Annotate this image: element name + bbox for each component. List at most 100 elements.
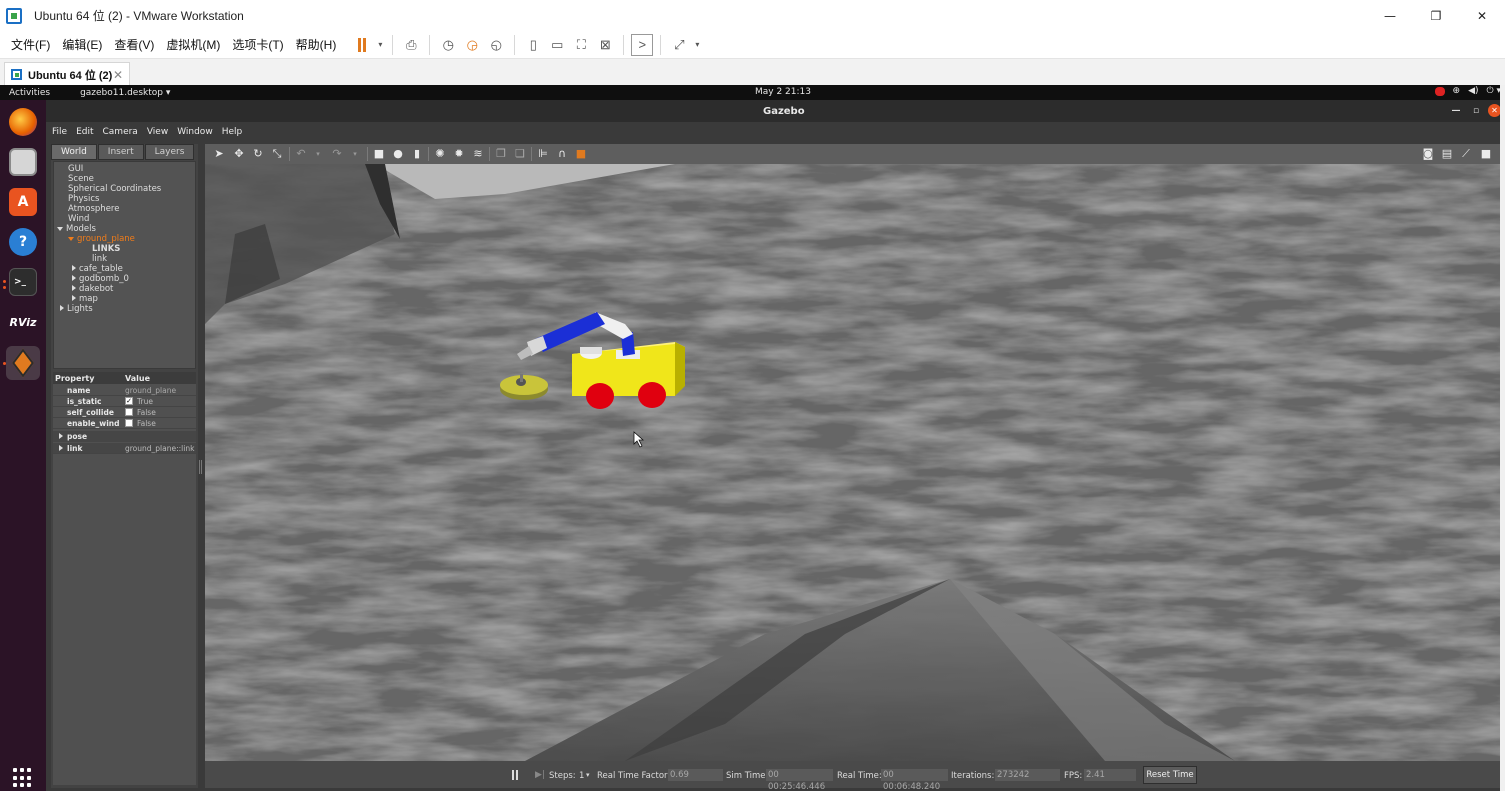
stretch-view-icon[interactable]: ⤢ [668, 34, 690, 56]
stretch-dropdown-icon[interactable]: ▾ [692, 34, 702, 56]
tree-item-godbomb[interactable]: godbomb_0 [72, 274, 129, 284]
menu-help[interactable]: 帮助(H) [290, 36, 343, 53]
gz-menu-help[interactable]: Help [222, 127, 243, 137]
rotate-mode-icon[interactable]: ↻ [251, 147, 265, 161]
video-record-icon[interactable]: ■ [1479, 147, 1493, 161]
unity-icon[interactable]: ⊠ [594, 34, 616, 56]
expand-icon[interactable] [72, 275, 76, 281]
files-icon[interactable] [9, 148, 37, 176]
menu-tabs[interactable]: 选项卡(T) [226, 36, 289, 53]
revert-snapshot-icon[interactable]: ◶ [461, 34, 483, 56]
redo-icon[interactable]: ↷ [330, 147, 344, 161]
tree-item-ground-plane[interactable]: ground_plane [68, 234, 135, 244]
show-apps-icon[interactable] [13, 768, 33, 788]
snap-icon[interactable]: ∩ [555, 147, 569, 161]
gz-menu-edit[interactable]: Edit [76, 127, 93, 137]
library-view-icon[interactable]: ▯ [522, 34, 544, 56]
close-button[interactable]: ✕ [1459, 0, 1505, 31]
menu-edit[interactable]: 编辑(E) [56, 36, 108, 53]
paste-icon[interactable]: ❏ [513, 147, 527, 161]
tab-insert[interactable]: Insert [97, 144, 144, 160]
gazebo-minimize-icon[interactable]: — [1446, 100, 1466, 122]
expand-icon[interactable] [60, 305, 64, 311]
app-menu[interactable]: gazebo11.desktop ▾ [80, 88, 170, 98]
expand-icon[interactable] [72, 295, 76, 301]
snapshot-icon[interactable]: ◷ [437, 34, 459, 56]
prop-row-pose[interactable]: pose [53, 431, 196, 442]
cylinder-shape-icon[interactable]: ▮ [410, 147, 424, 161]
menu-vm[interactable]: 虚拟机(M) [160, 36, 226, 53]
power-icon[interactable]: ⏻ ▾ [1487, 86, 1502, 96]
undo-dropdown-icon[interactable]: ▾ [311, 147, 325, 161]
gazebo-maximize-icon[interactable]: ▫ [1466, 100, 1486, 122]
screenshot-icon[interactable]: ◙ [1421, 147, 1435, 161]
tree-item-scene[interactable]: Scene [68, 174, 94, 184]
tab-world[interactable]: World [51, 144, 97, 160]
network-icon[interactable]: ⊕ [1453, 86, 1461, 96]
reset-time-button[interactable]: Reset Time [1143, 766, 1197, 784]
expand-ground-plane-icon[interactable] [68, 237, 74, 241]
firefox-icon[interactable] [9, 108, 37, 136]
self-collide-checkbox[interactable] [125, 408, 133, 416]
pause-dropdown-icon[interactable]: ▾ [375, 34, 385, 56]
redo-dropdown-icon[interactable]: ▾ [348, 147, 362, 161]
prop-row-self-collide[interactable]: self_collide False [53, 407, 196, 418]
gz-menu-camera[interactable]: Camera [103, 127, 138, 137]
vm-tab[interactable]: Ubuntu 64 位 (2) ✕ [4, 62, 130, 86]
log-icon[interactable]: ▤ [1440, 147, 1454, 161]
tree-item-lights[interactable]: Lights [60, 304, 93, 314]
help-icon[interactable]: ? [9, 228, 37, 256]
tree-item-wind[interactable]: Wind [68, 214, 89, 224]
expand-models-icon[interactable] [57, 227, 63, 231]
tree-item-cafe-table[interactable]: cafe_table [72, 264, 123, 274]
spot-light-icon[interactable]: ✹ [452, 147, 466, 161]
gz-menu-window[interactable]: Window [177, 127, 213, 137]
3d-viewport[interactable] [205, 164, 1500, 761]
play-pause-button[interactable] [512, 770, 520, 783]
tree-item-spherical[interactable]: Spherical Coordinates [68, 184, 161, 194]
tree-item-physics[interactable]: Physics [68, 194, 99, 204]
select-mode-icon[interactable]: ➤ [212, 147, 226, 161]
is-static-checkbox[interactable]: ✓ [125, 397, 133, 405]
gazebo-icon[interactable] [6, 346, 40, 380]
undo-icon[interactable]: ↶ [294, 147, 308, 161]
tree-item-dakebot[interactable]: dakebot [72, 284, 113, 294]
tree-item-atmosphere[interactable]: Atmosphere [68, 204, 119, 214]
prop-row-name[interactable]: name ground_plane [53, 385, 196, 396]
tree-item-map[interactable]: map [72, 294, 98, 304]
translate-mode-icon[interactable]: ✥ [232, 147, 246, 161]
steps-value[interactable]: 1 [579, 771, 584, 781]
align-icon[interactable]: ⊫ [536, 147, 550, 161]
step-button[interactable]: ▶| [535, 770, 545, 780]
send-keys-icon[interactable]: ⎙ [400, 34, 422, 56]
steps-spin-icon[interactable]: ▾ [586, 771, 590, 779]
box-shape-icon[interactable]: ■ [372, 147, 386, 161]
restore-button[interactable]: ❐ [1413, 0, 1459, 31]
console-view-icon[interactable]: > [631, 33, 654, 56]
scale-mode-icon[interactable]: ⤡ [270, 147, 284, 161]
godbomb-model[interactable] [500, 374, 548, 400]
plot-icon[interactable]: ⟋ [1459, 147, 1473, 161]
volume-icon[interactable]: ◀) [1468, 86, 1478, 96]
sphere-shape-icon[interactable]: ● [391, 147, 405, 161]
point-light-icon[interactable]: ✺ [433, 147, 447, 161]
tree-item-link[interactable]: link [92, 254, 107, 264]
activities-button[interactable]: Activities [9, 88, 50, 98]
thumbnail-view-icon[interactable]: ▭ [546, 34, 568, 56]
menu-file[interactable]: 文件(F) [5, 36, 56, 53]
change-view-icon[interactable]: ■ [574, 147, 588, 161]
snapshot-manager-icon[interactable]: ◵ [485, 34, 507, 56]
copy-icon[interactable]: ❐ [494, 147, 508, 161]
expand-icon[interactable] [72, 285, 76, 291]
menu-view[interactable]: 查看(V) [108, 36, 160, 53]
pause-vm-button[interactable] [351, 34, 373, 56]
fullscreen-icon[interactable]: ⛶ [570, 34, 592, 56]
clock[interactable]: May 2 21:13 [755, 87, 811, 97]
enable-wind-checkbox[interactable] [125, 419, 133, 427]
directional-light-icon[interactable]: ≋ [471, 147, 485, 161]
panel-splitter[interactable] [199, 460, 202, 474]
rviz-icon[interactable]: RViz [9, 308, 37, 336]
tab-layers[interactable]: Layers [144, 144, 195, 160]
software-icon[interactable]: A [9, 188, 37, 216]
tree-item-models[interactable]: Models [57, 224, 96, 234]
